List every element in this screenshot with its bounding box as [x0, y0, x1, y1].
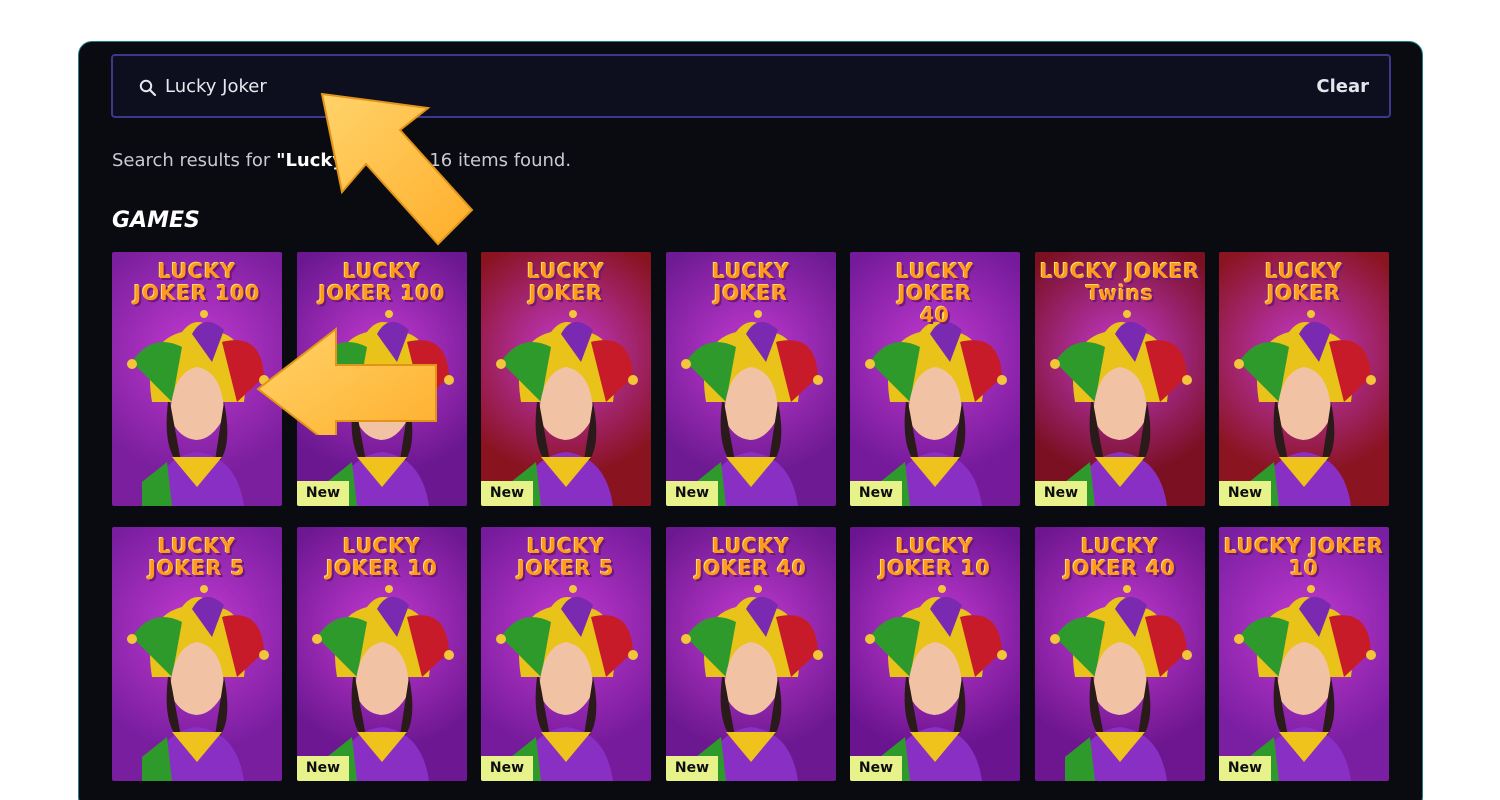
search-results-summary: Search results for "Lucky Joker" - 16 it… — [112, 150, 571, 171]
game-tile[interactable]: LUCKY JOKER 5 — [112, 527, 282, 781]
game-tile[interactable]: LUCKY JOKER 40 New — [666, 527, 836, 781]
results-suffix: - 16 items found. — [411, 150, 572, 171]
section-title-games: GAMES — [112, 208, 200, 233]
game-tile[interactable]: LUCKY JOKER Twins New — [1035, 252, 1205, 506]
search-icon — [139, 79, 157, 97]
new-badge: New — [1219, 756, 1271, 781]
game-tile[interactable]: LUCKY JOKER 100 — [112, 252, 282, 506]
game-title: LUCKY JOKER 10 — [879, 534, 991, 580]
game-title: LUCKY JOKER 40 — [1064, 534, 1176, 580]
game-title: LUCKY JOKER 100 — [318, 259, 446, 305]
game-title: LUCKY JOKER 40 — [896, 259, 974, 327]
game-tile[interactable]: LUCKY JOKER New — [1219, 252, 1389, 506]
game-title: LUCKY JOKER 40 — [695, 534, 807, 580]
search-bar[interactable]: Clear — [111, 54, 1391, 118]
new-badge: New — [850, 756, 902, 781]
game-title: LUCKY JOKER — [1265, 259, 1343, 305]
results-prefix: Search results for — [112, 150, 277, 171]
game-title: LUCKY JOKER Twins — [1040, 259, 1200, 305]
new-badge: New — [666, 756, 718, 781]
new-badge: New — [1219, 481, 1271, 506]
game-title: LUCKY JOKER 10 — [326, 534, 438, 580]
game-title: LUCKY JOKER — [527, 259, 605, 305]
results-query: "Lucky Joker" — [276, 150, 412, 171]
game-tile[interactable]: LUCKY JOKER 10 New — [297, 527, 467, 781]
new-badge: New — [481, 756, 533, 781]
game-tile[interactable]: LUCKY JOKER New — [666, 252, 836, 506]
game-tile[interactable]: LUCKY JOKER 5 New — [481, 527, 651, 781]
new-badge: New — [481, 481, 533, 506]
game-tile[interactable]: LUCKY JOKER New — [481, 252, 651, 506]
new-badge: New — [297, 756, 349, 781]
game-tile[interactable]: LUCKY JOKER 40 — [1035, 527, 1205, 781]
game-title: LUCKY JOKER 5 — [517, 534, 615, 580]
clear-button[interactable]: Clear — [1316, 76, 1369, 97]
game-title: LUCKY JOKER 5 — [148, 534, 246, 580]
new-badge: New — [1035, 481, 1087, 506]
game-tile[interactable]: LUCKY JOKER 10 New — [850, 527, 1020, 781]
search-input[interactable] — [165, 66, 1265, 106]
game-title: LUCKY JOKER — [712, 259, 790, 305]
game-tile[interactable]: LUCKY JOKER 10 New — [1219, 527, 1389, 781]
new-badge: New — [850, 481, 902, 506]
game-title: LUCKY JOKER 10 — [1224, 534, 1384, 580]
new-badge: New — [666, 481, 718, 506]
game-title: LUCKY JOKER 100 — [133, 259, 261, 305]
game-tile[interactable]: LUCKY JOKER 100 New — [297, 252, 467, 506]
new-badge: New — [297, 481, 349, 506]
search-panel: Clear Search results for "Lucky Joker" -… — [78, 41, 1423, 800]
game-tile[interactable]: LUCKY JOKER 40 New — [850, 252, 1020, 506]
